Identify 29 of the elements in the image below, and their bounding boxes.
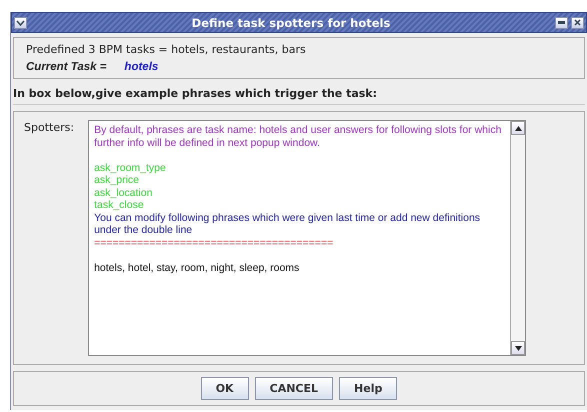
window-title: Define task spotters for hotels bbox=[190, 16, 392, 30]
predefined-tasks-text: Predefined 3 BPM tasks = hotels, restaurants, bars bbox=[26, 43, 307, 56]
scroll-down-button[interactable] bbox=[511, 341, 525, 355]
text-line: ask_room_type bbox=[94, 162, 167, 174]
text-line: ask_location bbox=[94, 186, 154, 199]
separator-line-text: ======================================= bbox=[94, 236, 334, 249]
minimize-icon bbox=[558, 21, 565, 24]
cancel-button[interactable]: CANCEL bbox=[254, 377, 334, 400]
text-line: hotels, hotel, stay, room, night, sleep, rooms bbox=[94, 262, 300, 274]
text-line: By default, phrases are task name: hotels and user answers for following slots for which further info will be defined in next popup window. bbox=[94, 124, 502, 149]
minimize-button[interactable] bbox=[555, 16, 568, 28]
instruction-text: In box below,give example phrases which trigger the task: bbox=[13, 87, 585, 105]
down-arrow-icon bbox=[514, 346, 522, 350]
scroll-up-button[interactable] bbox=[511, 121, 525, 135]
spotters-text-area[interactable] bbox=[88, 120, 526, 356]
ok-button[interactable]: OK bbox=[200, 377, 249, 400]
help-button[interactable]: Help bbox=[339, 377, 398, 400]
spotters-label: Spotters: bbox=[24, 120, 74, 136]
caret-icon bbox=[16, 20, 25, 26]
window-menu-button[interactable] bbox=[14, 16, 27, 28]
close-icon bbox=[574, 19, 581, 26]
close-button[interactable] bbox=[571, 16, 584, 28]
current-task-value: hotels bbox=[124, 61, 158, 73]
up-arrow-icon bbox=[514, 126, 522, 130]
current-task-label: Current Task = bbox=[26, 61, 106, 73]
text-line: You can modify following phrases which were given last time or add new definitions under the double line bbox=[94, 212, 482, 236]
scrollbar[interactable] bbox=[510, 121, 525, 355]
text-line: ask_price bbox=[94, 174, 140, 186]
text-line: task_close bbox=[94, 199, 145, 212]
